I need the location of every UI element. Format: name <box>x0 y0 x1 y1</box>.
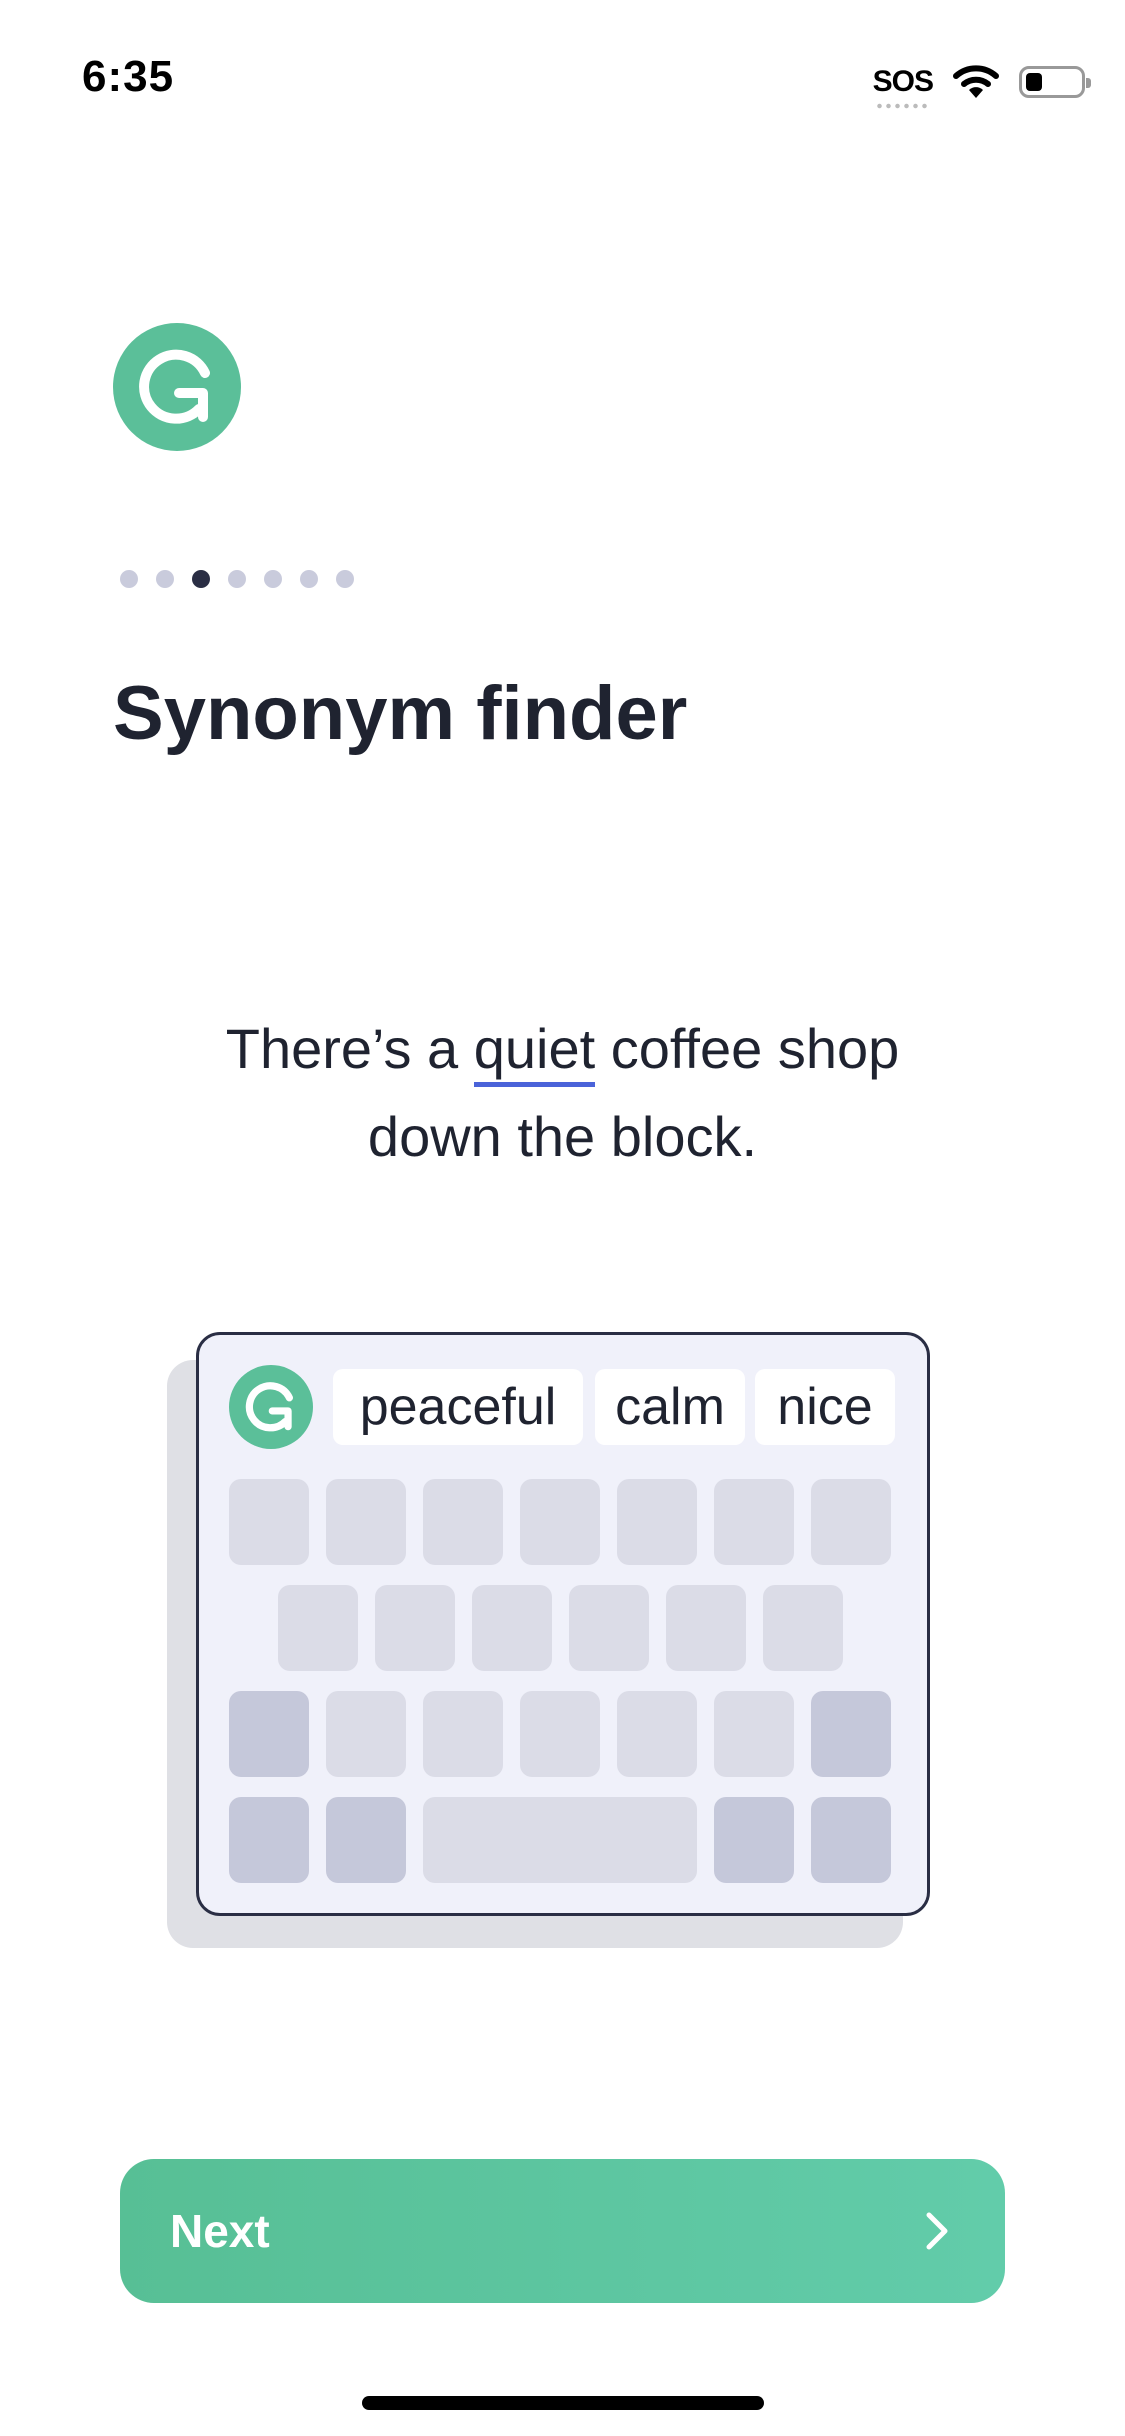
highlighted-word: quiet <box>473 1017 596 1087</box>
keyboard-illustration: peaceful calm nice <box>196 1332 930 1916</box>
keyboard-key <box>666 1585 746 1671</box>
keyboard-key <box>423 1479 503 1565</box>
grammarly-logo-icon <box>113 323 241 451</box>
suggestion-chip: calm <box>595 1369 745 1445</box>
keyboard-key <box>326 1479 406 1565</box>
keyboard-key <box>520 1479 600 1565</box>
sos-indicator: SOS <box>872 65 934 109</box>
status-time: 6:35 <box>82 52 175 101</box>
page-dot <box>264 570 282 588</box>
keyboard-key <box>811 1691 891 1777</box>
keyboard-key <box>229 1797 309 1883</box>
keyboard-key <box>423 1691 503 1777</box>
keyboard-key <box>811 1797 891 1883</box>
page-dot-active <box>192 570 210 588</box>
suggestion-chip: peaceful <box>333 1369 583 1445</box>
keyboard-spacebar <box>423 1797 697 1883</box>
next-button-label: Next <box>170 2205 270 2257</box>
wifi-icon <box>953 65 999 98</box>
keyboard-key <box>714 1797 794 1883</box>
home-indicator <box>362 2396 764 2410</box>
page-indicator <box>120 570 354 588</box>
keyboard-key <box>763 1585 843 1671</box>
keyboard-key <box>229 1691 309 1777</box>
keyboard-key <box>569 1585 649 1671</box>
keyboard-logo-icon <box>229 1365 313 1449</box>
keyboard-key <box>617 1479 697 1565</box>
page-dot <box>156 570 174 588</box>
keyboard-key <box>326 1797 406 1883</box>
status-bar: 6:35 SOS <box>0 0 1125 160</box>
page-dot <box>228 570 246 588</box>
keyboard-key <box>811 1479 891 1565</box>
battery-icon <box>1019 66 1091 98</box>
keyboard-key <box>520 1691 600 1777</box>
keyboard-key <box>229 1479 309 1565</box>
keyboard-key <box>714 1691 794 1777</box>
keyboard-key <box>278 1585 358 1671</box>
status-icons: SOS <box>872 60 1091 109</box>
page-dot <box>336 570 354 588</box>
keyboard-key <box>326 1691 406 1777</box>
keyboard-key <box>472 1585 552 1671</box>
keyboard-key <box>714 1479 794 1565</box>
next-button[interactable]: Next <box>120 2159 1005 2303</box>
keyboard-key <box>617 1691 697 1777</box>
chevron-right-icon <box>926 2212 948 2250</box>
page-dot <box>120 570 138 588</box>
page-dot <box>300 570 318 588</box>
suggestion-chip: nice <box>755 1369 895 1445</box>
sample-line-2: down the block. <box>367 1105 758 1168</box>
sample-sentence: There’s a quiet coffee shop down the blo… <box>0 1005 1125 1181</box>
page-title: Synonym finder <box>113 671 688 756</box>
sample-line-1: There’s a quiet coffee shop <box>0 1005 1125 1093</box>
keyboard-key <box>375 1585 455 1671</box>
